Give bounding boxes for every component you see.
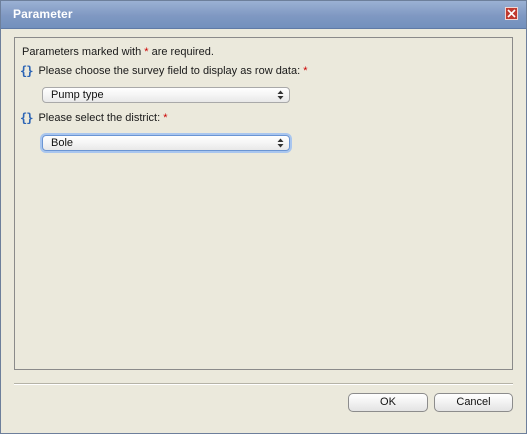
- close-icon[interactable]: [505, 7, 518, 20]
- survey-field-value: Pump type: [51, 89, 104, 101]
- district-value: Bole: [51, 137, 74, 149]
- district-select[interactable]: Bole: [42, 135, 290, 151]
- braces-icon: {}: [20, 64, 33, 78]
- parameter-dialog: Parameter Parameters marked with * are r…: [0, 0, 527, 434]
- select-arrows-icon: [277, 90, 284, 100]
- required-note: Parameters marked with * are required.: [22, 46, 214, 58]
- dialog-titlebar[interactable]: Parameter: [1, 1, 526, 29]
- cancel-button[interactable]: Cancel: [434, 393, 513, 412]
- survey-field-select[interactable]: Pump type: [42, 87, 290, 103]
- district-label-row: {} Please select the district: *: [20, 111, 167, 125]
- select-arrows-icon: [277, 138, 284, 148]
- district-label: Please select the district:: [38, 112, 161, 124]
- parameters-panel: Parameters marked with * are required. {…: [14, 37, 513, 370]
- required-star: *: [303, 65, 308, 77]
- survey-field-label-row: {} Please choose the survey field to dis…: [20, 64, 308, 78]
- survey-field-label: Please choose the survey field to displa…: [38, 65, 301, 77]
- braces-icon: {}: [20, 111, 33, 125]
- required-star: *: [163, 112, 168, 124]
- button-separator: [14, 383, 513, 385]
- dialog-title: Parameter: [13, 7, 73, 21]
- ok-button[interactable]: OK: [348, 393, 428, 412]
